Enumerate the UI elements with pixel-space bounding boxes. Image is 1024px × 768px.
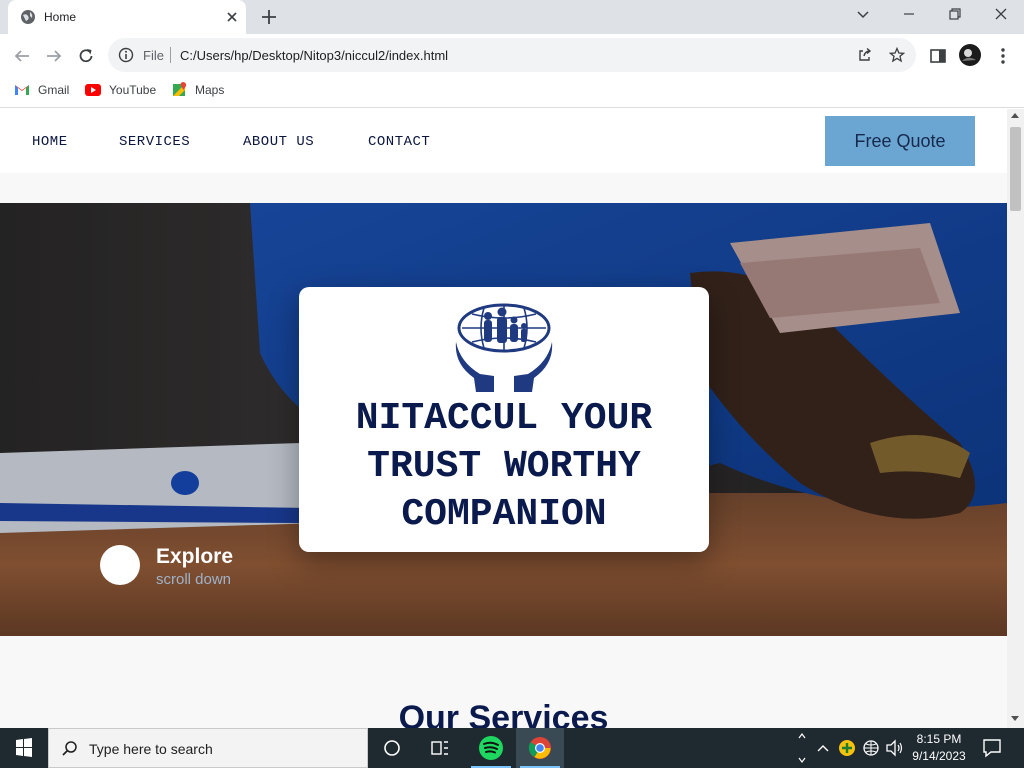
family-hands-logo-icon [455,303,553,392]
reload-icon[interactable] [77,47,95,65]
forward-arrow-icon[interactable] [45,47,63,65]
minimize-icon[interactable] [901,6,917,22]
bookmark-star-icon[interactable] [889,47,905,63]
bookmark-label: Maps [195,83,225,97]
search-placeholder: Type here to search [89,741,213,757]
task-view-button[interactable] [416,728,464,768]
windows-logo-icon [16,738,32,757]
hero-headline: NITACCUL YOUR TRUST WORTHY COMPANION [355,397,653,536]
page-scrollbar[interactable] [1007,109,1024,728]
explore-title: Explore [156,545,234,568]
taskbar-spotify[interactable] [467,728,515,768]
clock-time: 8:15 PM [916,732,962,746]
profile-avatar-icon[interactable] [958,43,982,67]
taskbar-clock[interactable]: 8:15 PM 9/14/2023 [904,731,974,765]
task-view-icon [431,741,448,755]
nav-about-us[interactable]: ABOUT US [243,134,314,150]
windows-taskbar: Type here to search 8:15 PM 9/14/2023 [0,728,1024,768]
cortana-button[interactable] [368,728,416,768]
show-hidden-icons-chevron-icon[interactable] [815,738,831,758]
close-tab-icon[interactable] [224,9,240,25]
services-heading: Our Services [398,699,609,728]
notifications-icon[interactable] [982,737,1002,759]
tab-home[interactable]: Home [8,0,246,34]
volume-icon[interactable] [885,738,905,758]
nav-services[interactable]: SERVICES [119,134,190,150]
scheme-chip: File [143,48,164,63]
taskbar-search-box[interactable]: Type here to search [48,728,368,768]
back-arrow-icon[interactable] [13,47,31,65]
scroll-down-arrow-icon[interactable] [1011,716,1019,721]
search-icon [62,741,77,756]
bookmark-maps[interactable]: Maps [171,76,224,104]
kebab-menu-icon[interactable] [995,47,1011,65]
explore-subtitle: scroll down [156,571,232,588]
close-window-icon[interactable] [993,6,1009,22]
globe-icon [21,10,35,24]
network-globe-icon[interactable] [862,738,880,758]
cortana-circle-icon [384,740,400,756]
bookmark-label: Gmail [38,83,70,97]
gmail-icon [15,85,29,95]
bookmark-label: YouTube [109,83,157,97]
youtube-icon [85,84,101,96]
bookmarks-bar: Gmail YouTube Maps [0,76,1024,108]
hero-card: NITACCUL YOUR TRUST WORTHY COMPANION [299,287,709,552]
info-icon[interactable] [118,47,134,63]
share-icon[interactable] [857,47,873,63]
hero-section: NITACCUL YOUR TRUST WORTHY COMPANION Exp… [0,203,1007,636]
scroll-up-arrow-icon[interactable] [1011,113,1019,118]
start-button[interactable] [0,728,48,768]
spotify-icon [479,736,503,760]
scrollbar-thumb[interactable] [1010,127,1021,211]
scroll-circle-icon[interactable] [100,545,140,585]
nav-contact[interactable]: CONTACT [368,134,430,150]
clock-date: 9/14/2023 [912,749,966,763]
address-bar[interactable]: File C:/Users/hp/Desktop/Nitop3/niccul2/… [108,38,916,72]
site-navbar: HOME SERVICES ABOUT US CONTACT Free Quot… [0,109,1007,173]
tab-search-chevron-icon[interactable] [855,6,871,22]
tab-title: Home [44,10,77,24]
tab-strip: Home [0,0,1024,34]
tray-app-icon[interactable] [838,738,856,758]
bookmark-gmail[interactable]: Gmail [14,76,69,104]
new-tab-icon[interactable] [260,8,278,26]
maps-icon [173,82,187,96]
bookmark-youtube[interactable]: YouTube [85,76,156,104]
restore-icon[interactable] [947,6,963,22]
chrome-icon [528,737,551,759]
address-divider [170,47,171,63]
taskbar-chrome[interactable] [516,728,564,768]
page-viewport: HOME SERVICES ABOUT US CONTACT Free Quot… [0,109,1024,728]
tray-scroll-icon[interactable] [797,730,807,766]
url-text[interactable]: C:/Users/hp/Desktop/Nitop3/niccul2/index… [180,48,448,63]
free-quote-button[interactable]: Free Quote [825,116,975,166]
nav-home[interactable]: HOME [32,134,68,150]
side-panel-icon[interactable] [929,47,947,65]
